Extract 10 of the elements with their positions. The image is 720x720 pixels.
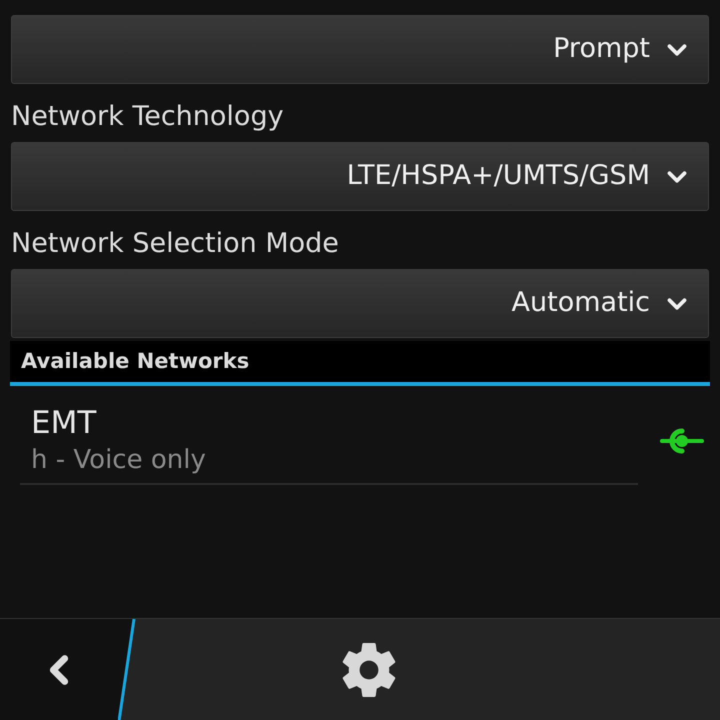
setting-heading: Network Technology <box>11 100 285 134</box>
network-name: EMT <box>31 404 98 442</box>
dropdown[interactable]: LTE/HSPA+/UMTS/GSM <box>11 142 709 211</box>
connection-icon <box>660 426 704 454</box>
dropdown[interactable]: Automatic <box>11 269 709 338</box>
network-item[interactable]: EMT h - Voice only <box>20 396 700 485</box>
setting-heading: Network Selection Mode <box>11 227 340 261</box>
section-title: Available Networks <box>21 348 250 375</box>
network-detail: h - Voice only <box>31 444 207 476</box>
dropdown[interactable]: Prompt <box>11 15 709 84</box>
